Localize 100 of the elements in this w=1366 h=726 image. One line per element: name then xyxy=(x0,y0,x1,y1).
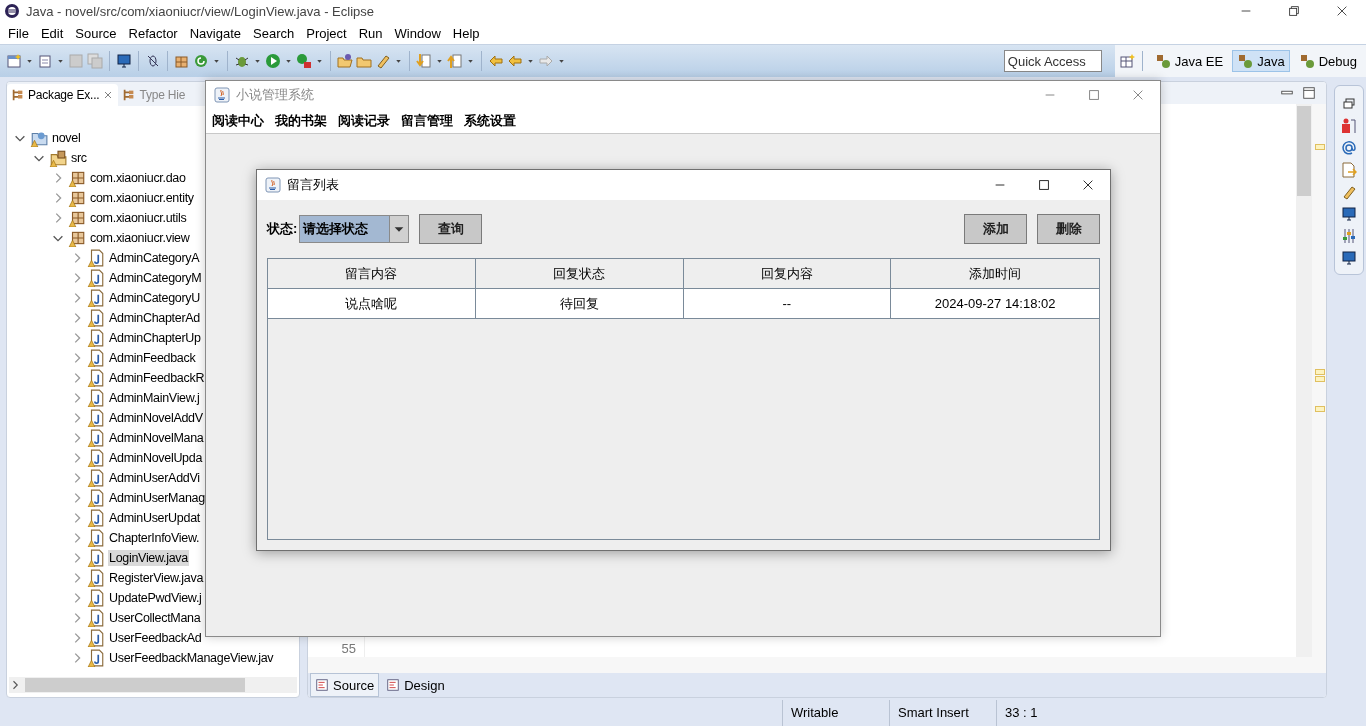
open-perspective-icon[interactable] xyxy=(1118,53,1135,69)
status-text: 33 : 1 xyxy=(996,700,1083,726)
perspective-button[interactable]: Java xyxy=(1232,50,1290,72)
menu-item[interactable]: Search xyxy=(247,25,301,41)
monitor-icon[interactable] xyxy=(1341,250,1357,266)
tree-item[interactable]: LoginView.java xyxy=(108,550,189,566)
tree-item[interactable]: AdminCategoryA xyxy=(108,250,201,266)
menu-item[interactable]: 阅读中心 xyxy=(208,112,271,130)
column-header[interactable]: 留言内容 xyxy=(268,259,476,289)
sliders-icon[interactable] xyxy=(1341,228,1357,244)
java-file-icon xyxy=(87,649,105,667)
perspective-button[interactable]: Java EE xyxy=(1149,50,1229,72)
monitor-icon[interactable] xyxy=(1341,206,1357,222)
open-folder-icon[interactable] xyxy=(337,53,353,69)
delete-button[interactable]: 删除 xyxy=(1037,214,1100,244)
scrollbar-thumb[interactable] xyxy=(25,678,245,692)
tree-item[interactable]: AdminNovelMana xyxy=(108,430,205,446)
at-sign-icon[interactable] xyxy=(1341,140,1357,156)
maximize-icon[interactable] xyxy=(1037,178,1051,192)
java-file-icon xyxy=(87,389,105,407)
tree-item[interactable]: AdminFeedbackR xyxy=(108,370,206,386)
editor-tab[interactable]: Design xyxy=(381,673,450,697)
tree-item[interactable]: AdminChapterUp xyxy=(108,330,202,346)
window-title: 小说管理系统 xyxy=(236,86,314,104)
run-tool-icon[interactable] xyxy=(296,53,312,69)
run-icon[interactable] xyxy=(265,53,281,69)
tree-item[interactable]: com.xiaoniucr.dao xyxy=(89,170,187,186)
tree-item[interactable]: AdminCategoryM xyxy=(108,270,203,286)
view-tab[interactable]: Package Ex... xyxy=(7,84,119,106)
status-dropdown[interactable]: 请选择状态 xyxy=(299,215,410,243)
menu-item[interactable]: Window xyxy=(388,25,447,41)
tab-icon xyxy=(386,678,401,692)
tree-item[interactable]: AdminNovelUpda xyxy=(108,450,204,466)
vertical-scrollbar[interactable] xyxy=(1296,104,1312,657)
java-file-icon xyxy=(87,629,105,647)
maximize-icon[interactable] xyxy=(1302,86,1316,100)
menu-item[interactable]: Project xyxy=(300,25,353,41)
restore-icon[interactable] xyxy=(1287,4,1301,18)
tree-item[interactable]: AdminCategoryU xyxy=(108,290,201,306)
tree-item[interactable]: UserCollectMana xyxy=(108,610,202,626)
tree-item[interactable]: AdminUserManag xyxy=(108,490,206,506)
refresh-icon[interactable] xyxy=(193,53,209,69)
tree-item[interactable]: com.xiaoniucr.view xyxy=(89,230,191,246)
tree-item[interactable]: RegisterView.java xyxy=(108,570,205,586)
menu-item[interactable]: Navigate xyxy=(183,25,247,41)
menu-item[interactable]: 阅读记录 xyxy=(334,112,397,130)
monitor-icon[interactable] xyxy=(116,53,132,69)
table-cell: 2024-09-27 14:18:02 xyxy=(891,289,1099,319)
tree-item[interactable]: UserFeedbackManageView.jav xyxy=(108,650,275,666)
quick-access-field[interactable]: Quick Access xyxy=(1003,50,1102,72)
back-icon[interactable] xyxy=(507,53,523,69)
close-icon[interactable] xyxy=(1081,178,1095,192)
tree-item[interactable]: novel xyxy=(51,130,82,146)
menu-item[interactable]: 我的书架 xyxy=(271,112,334,130)
column-header[interactable]: 回复状态 xyxy=(475,259,684,289)
java-file-icon xyxy=(87,589,105,607)
tree-item[interactable]: AdminUserAddVi xyxy=(108,470,201,486)
column-header[interactable]: 回复内容 xyxy=(683,259,892,289)
close-icon[interactable] xyxy=(1335,4,1349,18)
package-icon xyxy=(68,169,86,187)
menu-item[interactable]: Edit xyxy=(34,25,70,41)
horizontal-scrollbar[interactable] xyxy=(308,657,1326,673)
java-file-icon xyxy=(87,269,105,287)
query-button[interactable]: 查询 xyxy=(419,214,483,244)
java-file-icon xyxy=(87,289,105,307)
menu-item[interactable]: File xyxy=(2,25,35,41)
perspective-icon xyxy=(1237,53,1254,69)
document-arrow-icon[interactable] xyxy=(1341,162,1357,178)
back-edit-icon[interactable] xyxy=(488,53,504,69)
menu-item[interactable]: Refactor xyxy=(122,25,184,41)
crossed-link-icon[interactable] xyxy=(145,53,161,69)
scrollbar-thumb[interactable] xyxy=(1297,106,1311,196)
menu-item[interactable]: 系统设置 xyxy=(460,112,523,130)
perspective-button[interactable]: Debug xyxy=(1293,50,1362,72)
add-button[interactable]: 添加 xyxy=(964,214,1027,244)
pen-icon[interactable] xyxy=(1341,184,1357,200)
tree-item[interactable]: ChapterInfoView. xyxy=(108,530,201,546)
tree-item[interactable]: AdminChapterAd xyxy=(108,310,201,326)
menu-item[interactable]: 留言管理 xyxy=(397,112,460,130)
tree-item[interactable]: UserFeedbackAd xyxy=(108,630,203,646)
new-item-icon[interactable] xyxy=(37,53,53,69)
status-label: 状态: xyxy=(267,220,298,238)
tree-item[interactable]: com.xiaoniucr.utils xyxy=(89,210,188,226)
editor-tab[interactable]: Source xyxy=(310,673,380,697)
menu-item[interactable]: Source xyxy=(69,25,123,41)
java-file-icon xyxy=(87,449,105,467)
menu-item[interactable]: Help xyxy=(446,25,486,41)
error-list-icon[interactable] xyxy=(1341,118,1357,134)
tree-item[interactable]: AdminFeedback xyxy=(108,350,197,366)
tree-item[interactable]: src xyxy=(70,150,88,166)
java-file-icon xyxy=(87,549,105,567)
tree-item[interactable]: AdminMainView.j xyxy=(108,390,201,406)
restore-icon[interactable] xyxy=(1341,96,1357,112)
tree-item[interactable]: AdminUserUpdat xyxy=(108,510,201,526)
tree-item[interactable]: AdminNovelAddV xyxy=(108,410,204,426)
menu-item[interactable]: Run xyxy=(352,25,389,41)
tree-item[interactable]: UpdatePwdView.j xyxy=(108,590,203,606)
tree-item[interactable]: com.xiaoniucr.entity xyxy=(89,190,195,206)
new-window-icon[interactable] xyxy=(6,53,22,69)
pen-icon[interactable] xyxy=(375,53,391,69)
